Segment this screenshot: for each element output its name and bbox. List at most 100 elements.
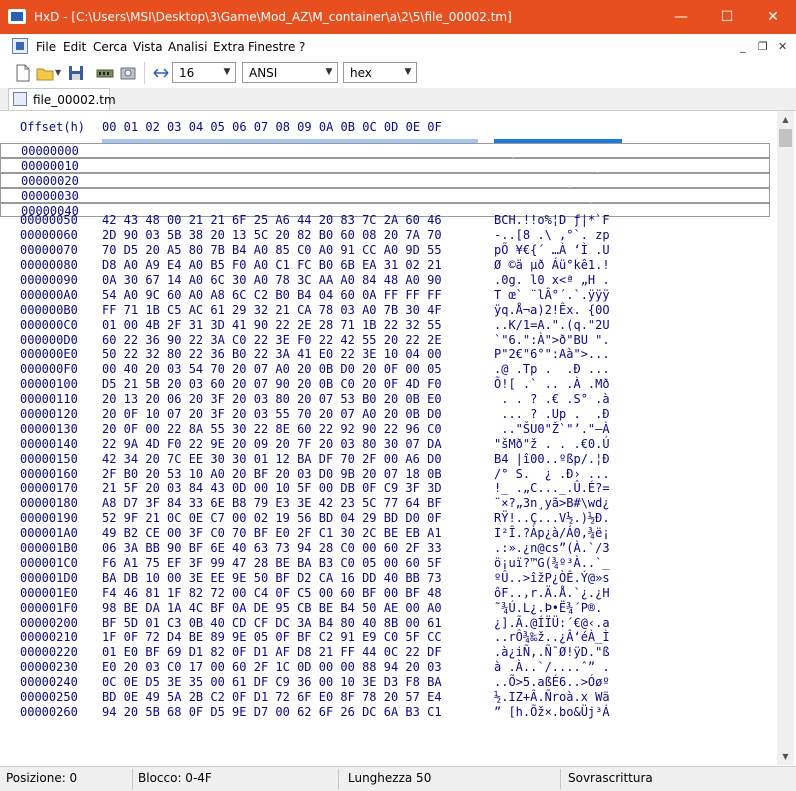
menu-cerca[interactable]: Cerca bbox=[93, 40, 127, 54]
row-hex-bytes[interactable]: 00 20 00 E6 20 03 2C 02 00 00 83 0A 02 0… bbox=[103, 174, 443, 189]
table-row[interactable]: 00000190 52 9F 21 0C 0E C7 00 02 19 56 BD… bbox=[0, 511, 770, 526]
table-row[interactable]: 000000C0 01 00 4B 2F 31 3D 41 90 22 2E 28… bbox=[0, 318, 770, 333]
table-row[interactable]: 00000080 D8 A0 A9 E4 A0 B5 F0 A0 C1 FC B0… bbox=[0, 258, 770, 273]
row-hex-bytes[interactable]: 01 E0 BF 69 D1 82 0F D1 AF D8 21 FF 44 0… bbox=[102, 645, 442, 660]
row-hex-bytes[interactable]: E0 20 03 C0 17 00 60 2F 1C 0D 00 00 88 9… bbox=[102, 660, 442, 675]
table-row[interactable]: 000001D0 BA DB 10 00 3E EE 9E 50 BF D2 CA… bbox=[0, 571, 770, 586]
table-row[interactable]: 00000250 BD 0E 49 5A 2B C2 0F D1 72 6F E0… bbox=[0, 690, 770, 705]
row-hex-bytes[interactable]: 1F 0F 72 D4 BE 89 9E 05 0F BF C2 91 E9 C… bbox=[102, 630, 442, 645]
row-decoded-text[interactable]: pÕ ¥€{´ …À ‘Ì .U bbox=[494, 243, 610, 258]
menu-finestre[interactable]: Finestre bbox=[248, 40, 295, 54]
row-hex-bytes[interactable]: F6 A1 75 EF 3F 99 47 28 BE BA B3 C0 05 0… bbox=[102, 556, 442, 571]
hxd-app-icon[interactable] bbox=[8, 9, 26, 24]
mdi-close-button[interactable]: ✕ bbox=[778, 40, 787, 53]
table-row[interactable]: 00000010 20 04 6C 20 08 BC 00 00 00 80 25… bbox=[0, 157, 770, 174]
row-hex-bytes[interactable]: 70 D5 20 A5 80 7B B4 A0 85 C0 A0 91 CC A… bbox=[102, 243, 442, 258]
row-decoded-text[interactable]: .0g. l0 x<ª „H . bbox=[494, 273, 610, 288]
row-hex-bytes[interactable]: 50 22 32 80 22 36 B0 22 3A 41 E0 22 3E 1… bbox=[102, 347, 442, 362]
table-row[interactable]: 00000140 22 9A 4D F0 22 9E 20 09 20 7F 20… bbox=[0, 437, 770, 452]
row-hex-bytes[interactable]: D5 21 5B 20 03 60 20 07 90 20 0B C0 20 0… bbox=[102, 377, 442, 392]
row-decoded-text[interactable]: /° S. ¿ .Ð› ... bbox=[494, 467, 610, 482]
row-hex-bytes[interactable]: 01 00 4B 2F 31 3D 41 90 22 2E 28 71 1B 2… bbox=[102, 318, 442, 333]
row-hex-bytes[interactable]: 2F B0 20 53 10 A0 20 BF 20 03 D0 9B 20 0… bbox=[102, 467, 442, 482]
table-row[interactable]: 00000200 BF 5D 01 C3 0B 40 CD CF DC 3A B4… bbox=[0, 616, 770, 631]
row-hex-bytes[interactable]: 20 0F 10 07 20 3F 20 03 55 70 20 07 A0 2… bbox=[102, 407, 442, 422]
row-decoded-text[interactable]: BCH.!!o%¦D ƒ|*`F bbox=[494, 213, 610, 228]
row-decoded-text[interactable]: . .æ .,...ƒ...€¬ bbox=[495, 174, 611, 189]
table-row[interactable]: 00000020 00 20 00 E6 20 03 2C 02 00 00 83… bbox=[0, 172, 770, 189]
row-hex-bytes[interactable]: 00 40 20 03 54 70 20 07 A0 20 0B D0 20 0… bbox=[102, 362, 442, 377]
table-row[interactable]: 000000D0 60 22 36 90 22 3A C0 22 3E F0 22… bbox=[0, 333, 770, 348]
row-hex-bytes[interactable]: 42 43 48 00 21 21 6F 25 A6 44 20 83 7C 2… bbox=[102, 213, 442, 228]
row-decoded-text[interactable]: B4 |î00..ºßp/.¦Ð bbox=[494, 452, 610, 467]
row-hex-bytes[interactable]: 2D 90 03 5B 38 20 13 5C 20 82 B0 60 08 2… bbox=[102, 228, 442, 243]
table-row[interactable]: 000001E0 F4 46 81 1F 82 72 00 C4 0F C5 00… bbox=[0, 586, 770, 601]
table-row[interactable]: 00000170 21 5F 20 03 84 43 0D 00 10 5F 00… bbox=[0, 481, 770, 496]
row-decoded-text[interactable]: ôF..‚r.Ä.Å.`¿.¿H bbox=[494, 586, 610, 601]
table-row[interactable]: 00000220 01 E0 BF 69 D1 82 0F D1 AF D8 21… bbox=[0, 645, 770, 660]
table-row[interactable]: 00000000 11 80 C7 08 00 54 4D 10 00 80 00… bbox=[0, 143, 770, 158]
close-button[interactable]: ✕ bbox=[750, 0, 796, 34]
table-row[interactable]: 00000260 94 20 5B 68 0F D5 9E D7 00 62 6F… bbox=[0, 705, 770, 720]
table-row[interactable]: 00000240 0C 0E D5 3E 35 00 61 DF C9 36 00… bbox=[0, 675, 770, 690]
row-decoded-text[interactable]: à .À..`/....ˆ” . bbox=[494, 660, 610, 675]
row-hex-bytes[interactable]: 60 22 36 90 22 3A C0 22 3E F0 22 42 55 2… bbox=[102, 333, 442, 348]
scroll-up-arrow-icon[interactable]: ▲ bbox=[777, 111, 794, 128]
row-hex-bytes[interactable]: 11 80 C7 08 00 54 4D 10 00 80 00 00 00 2… bbox=[103, 144, 443, 159]
row-decoded-text[interactable]: .ë .:...€Œ .ÿ.. bbox=[495, 189, 610, 204]
row-hex-bytes[interactable]: 21 5F 20 03 84 43 0D 00 10 5F 00 DB 0F C… bbox=[102, 481, 442, 496]
row-hex-bytes[interactable]: 49 B2 CE 00 3F C0 70 BF E0 2F C1 30 2C B… bbox=[102, 526, 442, 541]
row-hex-bytes[interactable]: BA DB 10 00 3E EE 9E 50 BF D2 CA 16 DD 4… bbox=[102, 571, 442, 586]
row-hex-bytes[interactable]: 20 13 20 06 20 3F 20 03 80 20 07 53 B0 2… bbox=[102, 392, 442, 407]
row-decoded-text[interactable]: .."ŠU0"Ž`"’."–À bbox=[494, 422, 609, 437]
row-decoded-text[interactable]: .l .¼...€%..€p. bbox=[495, 159, 610, 174]
row-decoded-text[interactable]: ö¡uï?™G(¾º³À..`_ bbox=[494, 556, 610, 571]
minimize-button[interactable]: — bbox=[658, 0, 704, 34]
open-folder-icon[interactable] bbox=[36, 64, 54, 82]
row-decoded-text[interactable]: ..rÔ¾‰ž..¿Â‘éÀ_Ì bbox=[494, 630, 610, 645]
hex-editor[interactable]: Offset(h) 00 01 02 03 04 05 06 07 08 09 … bbox=[0, 111, 796, 765]
mdi-restore-button[interactable]: ❐ bbox=[758, 40, 768, 53]
row-decoded-text[interactable]: -..[8 .\ ‚°`. zp bbox=[494, 228, 610, 243]
row-hex-bytes[interactable]: FF 71 1B C5 AC 61 29 32 21 CA 78 03 A0 7… bbox=[102, 303, 442, 318]
table-row[interactable]: 00000090 0A 30 67 14 A0 6C 30 A0 78 3C AA… bbox=[0, 273, 770, 288]
new-file-icon[interactable] bbox=[14, 64, 32, 82]
scroll-thumb[interactable] bbox=[779, 129, 792, 147]
table-row[interactable]: 00000100 D5 21 5B 20 03 60 20 07 90 20 0B… bbox=[0, 377, 770, 392]
row-hex-bytes[interactable]: 98 BE DA 1A 4C BF 0A DE 95 CB BE B4 50 A… bbox=[102, 601, 442, 616]
table-row[interactable]: 000000A0 54 A0 9C 60 A0 A8 6C C2 B0 B4 04… bbox=[0, 288, 770, 303]
charset-select[interactable]: ANSI ▼ bbox=[242, 62, 338, 83]
row-hex-bytes[interactable]: D8 A0 A9 E4 A0 B5 F0 A0 C1 FC B0 6B EA 3… bbox=[102, 258, 442, 273]
row-hex-bytes[interactable]: 20 04 6C 20 08 BC 00 00 00 80 25 01 00 8… bbox=[103, 159, 443, 174]
row-hex-bytes[interactable]: A8 D7 3F 84 33 6E B8 79 E3 3E 42 23 5C 7… bbox=[102, 496, 442, 511]
row-decoded-text[interactable]: Ø ©ä µð Áü°kê1.! bbox=[494, 258, 610, 273]
row-hex-bytes[interactable]: 22 9A 4D F0 22 9E 20 09 20 7F 20 03 80 3… bbox=[102, 437, 442, 452]
menu-extra[interactable]: Extra bbox=[213, 40, 245, 54]
row-hex-bytes[interactable]: BD 0E 49 5A 2B C2 0F D1 72 6F E0 8F 78 2… bbox=[102, 690, 442, 705]
mdi-minimize-button[interactable]: _ bbox=[740, 40, 746, 53]
table-row[interactable]: 000001B0 06 3A BB 90 BF 6E 40 63 73 94 28… bbox=[0, 541, 770, 556]
disk-editor-icon[interactable] bbox=[119, 64, 137, 82]
row-decoded-text[interactable]: ... ? .Up . .Ð bbox=[494, 407, 609, 422]
row-decoded-text[interactable]: "šMð"ž . . .€0.Ú bbox=[494, 437, 610, 452]
ram-editor-icon[interactable] bbox=[96, 64, 114, 82]
table-row[interactable]: 000001F0 98 BE DA 1A 4C BF 0A DE 95 CB BE… bbox=[0, 601, 770, 616]
tab-file[interactable]: file_00002.tm bbox=[8, 88, 116, 110]
row-decoded-text[interactable]: ..Õ>5.aßÉ6..>Óøº bbox=[494, 675, 610, 690]
row-decoded-text[interactable]: RŸ!..Ç...V½.)½Ð. bbox=[494, 511, 610, 526]
row-decoded-text[interactable]: ..K/1=A.".(q."2U bbox=[494, 318, 610, 333]
row-decoded-text[interactable]: ºÛ..>îžP¿ÒÊ.Ý@»s bbox=[494, 571, 610, 586]
row-hex-bytes[interactable]: 42 34 20 7C EE 30 30 01 12 BA DF 70 2F 0… bbox=[102, 452, 442, 467]
row-hex-bytes[interactable]: F4 46 81 1F 82 72 00 C4 0F C5 00 60 BF 0… bbox=[102, 586, 442, 601]
menu-edit[interactable]: Edit bbox=[63, 40, 86, 54]
row-hex-bytes[interactable]: 52 9F 21 0C 0E C7 00 02 19 56 BD 04 29 B… bbox=[102, 511, 442, 526]
table-row[interactable]: 00000110 20 13 20 06 20 3F 20 03 80 20 07… bbox=[0, 392, 770, 407]
table-row[interactable]: 000000B0 FF 71 1B C5 AC 61 29 32 21 CA 78… bbox=[0, 303, 770, 318]
row-hex-bytes[interactable]: 54 A0 9C 60 A0 A8 6C C2 B0 B4 04 60 0A F… bbox=[102, 288, 442, 303]
row-decoded-text[interactable]: .:».¿n@cs”(À.`/3 bbox=[494, 541, 610, 556]
document-menu-icon[interactable] bbox=[12, 38, 28, 54]
row-decoded-text[interactable]: .à¿iÑ‚.Ñ¯Ø!ÿD."ß bbox=[494, 645, 610, 660]
table-row[interactable]: 00000180 A8 D7 3F 84 33 6E B8 79 E3 3E 42… bbox=[0, 496, 770, 511]
row-hex-bytes[interactable]: 94 20 5B 68 0F D5 9E D7 00 62 6F 26 DC 6… bbox=[102, 705, 442, 720]
row-decoded-text[interactable]: . . ? .€ .S° .à bbox=[494, 392, 609, 407]
